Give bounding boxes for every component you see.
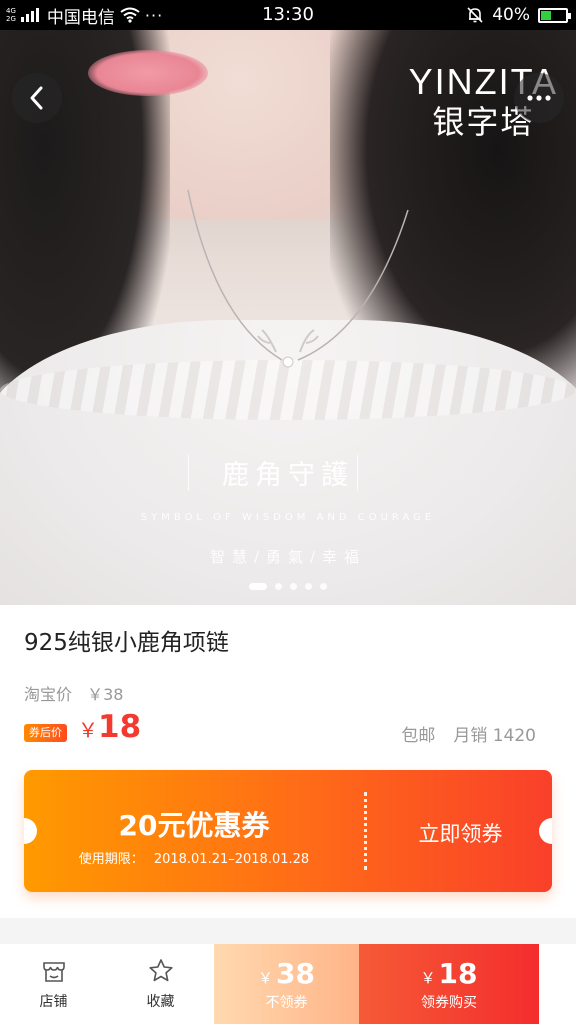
bottom-action-bar: 店铺 收藏 ￥ 38 不领券 ￥ 18 领券购买 — [0, 944, 576, 1024]
coupon-validity-dates: 2018.01.21–2018.01.28 — [153, 852, 310, 867]
after-coupon-price: ￥18 — [78, 709, 141, 745]
currency-symbol: ￥ — [258, 968, 274, 987]
taobao-price: 淘宝价 ￥38 — [24, 681, 123, 705]
after-coupon-price-value: 18 — [98, 709, 142, 745]
taobao-price-label: 淘宝价 — [24, 685, 73, 704]
buy-price: 18 — [438, 956, 478, 990]
chevron-left-icon — [30, 86, 43, 110]
tagline-cn: 鹿角守護 — [222, 460, 354, 491]
taobao-price-value: ￥38 — [87, 685, 124, 704]
coupon-card[interactable]: 20元优惠券 使用期限： 2018.01.21–2018.01.28 立即领券 — [24, 770, 552, 892]
product-image-carousel[interactable]: YINZITA 银字塔 鹿角守護 SYMBOL OF WISDOM AND CO… — [0, 30, 576, 605]
no-coupon-price: 38 — [276, 956, 315, 990]
carousel-dot[interactable] — [249, 583, 267, 590]
buy-with-coupon-button[interactable]: ￥ 18 领券购买 — [359, 944, 539, 1024]
coupon-amount: 20元优惠券 — [118, 809, 270, 842]
more-button[interactable] — [514, 73, 564, 123]
battery-fill — [541, 10, 552, 20]
product-detail-page: 4G 2G 中国电信 ··· 13:30 40% YINZITA 银字塔 鹿角守… — [0, 0, 576, 1024]
product-title: 925纯银小鹿角项链 — [24, 630, 229, 656]
shop-label: 店铺 — [39, 994, 68, 1010]
carousel-dot[interactable] — [320, 583, 327, 590]
product-info-panel: 925纯银小鹿角项链 淘宝价 ￥38 券后价 ￥18 包邮 月销 1420 20… — [0, 605, 576, 918]
buy-label: 领券购买 — [421, 994, 477, 1011]
coupon-validity-label: 使用期限： — [78, 852, 144, 867]
carousel-dot[interactable] — [290, 583, 297, 590]
tagline-en: SYMBOL OF WISDOM AND COURAGE — [140, 512, 436, 523]
free-shipping-label: 包邮 — [401, 726, 436, 746]
carousel-indicator — [0, 583, 576, 590]
back-button[interactable] — [12, 73, 62, 123]
shop-button[interactable]: 店铺 — [0, 944, 107, 1024]
carousel-dot[interactable] — [305, 583, 312, 590]
coupon-divider — [364, 792, 367, 870]
mute-bell-icon — [467, 7, 483, 23]
currency-symbol: ￥ — [78, 718, 98, 742]
coupon-validity: 使用期限： 2018.01.21–2018.01.28 — [24, 848, 364, 867]
favorite-button[interactable]: 收藏 — [107, 944, 214, 1024]
no-coupon-label: 不领券 — [265, 994, 308, 1011]
more-dots-icon — [527, 95, 551, 101]
star-icon — [148, 959, 173, 982]
claim-coupon-button[interactable]: 立即领券 — [369, 818, 552, 848]
battery-icon — [538, 7, 571, 23]
currency-symbol: ￥ — [420, 968, 436, 987]
shipping-sales: 包邮 月销 1420 — [401, 721, 536, 746]
buy-without-coupon-button[interactable]: ￥ 38 不领券 — [214, 944, 359, 1024]
shop-icon — [42, 962, 65, 982]
status-bar: 4G 2G 中国电信 ··· 13:30 40% — [0, 0, 576, 30]
after-coupon-badge: 券后价 — [24, 724, 67, 742]
carousel-dot[interactable] — [275, 583, 282, 590]
favorite-label: 收藏 — [146, 994, 175, 1010]
battery-percent: 40% — [492, 5, 530, 25]
monthly-sales-label: 月销 1420 — [453, 726, 536, 746]
tagline-sub: 智慧/勇氣/幸福 — [209, 548, 367, 566]
